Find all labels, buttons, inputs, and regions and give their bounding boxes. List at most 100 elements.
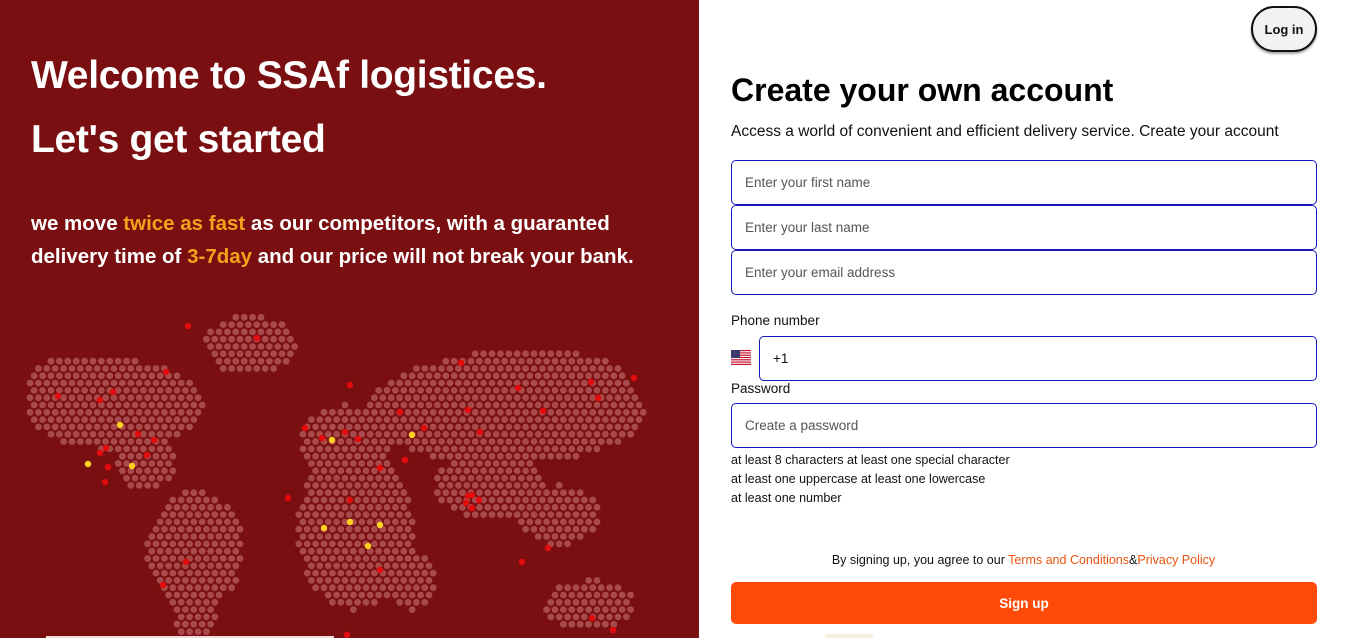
map-dot	[39, 372, 46, 380]
password-input[interactable]	[731, 403, 1317, 448]
map-dot	[576, 533, 584, 540]
map-marker-red	[318, 434, 326, 442]
map-dot	[198, 503, 206, 511]
password-rule: at least one uppercase at least one lowe…	[731, 472, 986, 486]
map-dot	[190, 401, 198, 409]
signup-button[interactable]: Sign up	[731, 582, 1317, 624]
map-dot	[236, 335, 244, 343]
map-dot	[337, 569, 345, 577]
tagline-part1: we move	[31, 212, 124, 235]
phone-input[interactable]	[759, 336, 1317, 381]
map-dot	[555, 408, 563, 416]
map-dot	[425, 430, 433, 438]
map-dot	[135, 423, 143, 431]
terms-notice: By signing up, you agree to our Terms an…	[699, 553, 1348, 567]
map-dot	[492, 489, 500, 497]
map-dot	[530, 423, 538, 431]
map-dot	[568, 401, 576, 409]
us-flag-icon[interactable]	[731, 350, 751, 365]
map-dot	[434, 401, 441, 409]
map-dot	[190, 591, 198, 599]
map-dot	[606, 598, 613, 606]
terms-link[interactable]: Terms and Conditions	[1008, 553, 1129, 567]
map-dot	[261, 321, 269, 328]
map-dot	[471, 408, 479, 416]
map-dot	[228, 365, 236, 372]
map-dot	[602, 357, 609, 365]
map-dot	[492, 372, 500, 380]
map-dot	[585, 401, 592, 409]
map-dot	[211, 613, 219, 621]
map-dot	[371, 438, 378, 445]
map-marker-red	[457, 359, 465, 367]
map-dot	[413, 379, 420, 387]
map-dot	[173, 547, 181, 555]
map-dot	[623, 379, 630, 387]
map-dot	[505, 394, 513, 402]
map-dot	[152, 423, 160, 431]
map-dot	[362, 438, 370, 445]
map-dot	[379, 496, 387, 504]
map-dot	[85, 379, 93, 387]
map-dot	[81, 430, 88, 438]
map-dot	[534, 518, 542, 526]
map-dot	[110, 394, 118, 402]
map-dot	[140, 474, 147, 482]
map-dot	[89, 416, 97, 423]
map-dot	[371, 467, 378, 475]
map-dot	[455, 496, 462, 504]
map-dot	[182, 489, 189, 497]
login-button[interactable]: Log in	[1251, 6, 1317, 52]
password-rule: at least one number	[731, 491, 842, 505]
email-input[interactable]	[731, 250, 1317, 295]
map-dot	[417, 416, 424, 423]
privacy-link[interactable]: Privacy Policy	[1137, 553, 1215, 567]
map-dot	[228, 584, 236, 592]
map-dot	[480, 511, 487, 518]
first-name-input[interactable]	[731, 160, 1317, 205]
map-dot	[207, 533, 215, 540]
map-dot	[589, 423, 597, 431]
map-dot	[471, 379, 479, 387]
map-dot	[140, 445, 147, 453]
map-dot	[165, 562, 173, 570]
map-dot	[169, 598, 177, 606]
map-dot	[219, 525, 227, 533]
signup-panel: Log in Create your own account Access a …	[699, 0, 1348, 638]
map-dot	[224, 533, 231, 540]
map-dot	[488, 467, 496, 475]
map-dot	[635, 416, 643, 423]
map-dot	[261, 335, 269, 343]
map-dot	[329, 408, 336, 416]
map-dot	[102, 365, 109, 372]
map-dot	[602, 372, 609, 380]
map-dot	[266, 357, 273, 365]
last-name-input[interactable]	[731, 205, 1317, 250]
map-dot	[387, 584, 395, 592]
map-dot	[396, 379, 403, 387]
map-dot	[572, 438, 580, 445]
map-dot	[585, 372, 592, 380]
map-dot	[534, 387, 542, 394]
map-dot	[442, 430, 450, 438]
map-dot	[618, 430, 626, 438]
map-dot	[72, 372, 80, 380]
map-dot	[375, 445, 382, 453]
map-dot	[324, 445, 332, 453]
map-dot	[438, 467, 445, 475]
map-marker-yellow	[346, 518, 354, 526]
map-dot	[186, 584, 194, 592]
map-dot	[530, 394, 538, 402]
map-dot	[93, 408, 101, 416]
map-dot	[278, 335, 286, 343]
map-dot	[425, 577, 433, 584]
map-dot	[43, 408, 51, 416]
map-marker-red	[476, 428, 484, 436]
map-dot	[232, 562, 240, 570]
password-rules: at least 8 characters at least one speci…	[731, 451, 1010, 508]
map-dot	[190, 503, 198, 511]
map-dot	[89, 372, 97, 380]
map-dot	[392, 401, 399, 409]
map-dot	[148, 430, 156, 438]
map-dot	[354, 467, 361, 475]
